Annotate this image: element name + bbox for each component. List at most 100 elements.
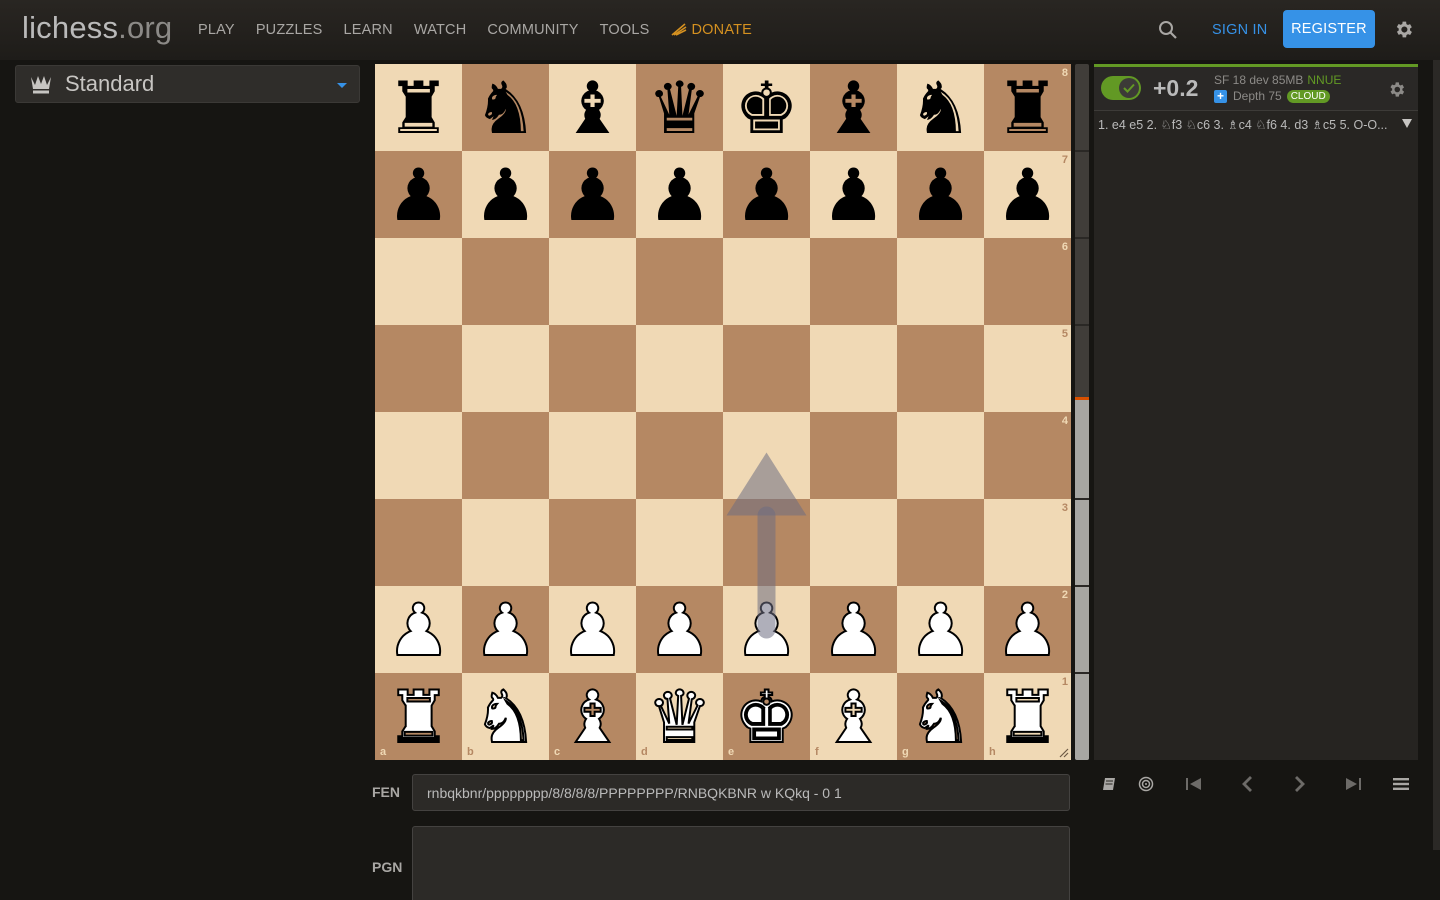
search-icon[interactable] [1158,20,1178,40]
square-f4[interactable] [810,412,897,499]
square-c5[interactable] [549,325,636,412]
first-move-button[interactable] [1178,768,1210,800]
last-move-button[interactable] [1337,768,1369,800]
white-pawn-piece[interactable]: ♟ [897,586,984,673]
black-pawn-piece[interactable]: ♟ [549,151,636,238]
white-queen-piece[interactable]: ♛ [636,673,723,760]
pgn-textarea[interactable] [412,826,1070,900]
square-h3[interactable]: 3 [984,499,1071,586]
square-a1[interactable]: ♜ a [375,673,462,760]
square-d6[interactable] [636,238,723,325]
menu-button[interactable] [1385,768,1417,800]
page-scrollbar[interactable] [1433,60,1440,850]
nav-donate[interactable]: DONATE [670,22,753,38]
square-e3[interactable] [723,499,810,586]
black-king-piece[interactable]: ♚ [723,64,810,151]
nav-tools[interactable]: TOOLS [600,22,650,38]
square-d7[interactable]: ♟ [636,151,723,238]
square-e4[interactable] [723,412,810,499]
black-bishop-piece[interactable]: ♝ [810,64,897,151]
register-button[interactable]: REGISTER [1283,10,1375,48]
square-a2[interactable]: ♟ [375,586,462,673]
square-g5[interactable] [897,325,984,412]
white-pawn-piece[interactable]: ♟ [984,586,1071,673]
black-pawn-piece[interactable]: ♟ [462,151,549,238]
black-knight-piece[interactable]: ♞ [897,64,984,151]
black-pawn-piece[interactable]: ♟ [810,151,897,238]
white-pawn-piece[interactable]: ♟ [375,586,462,673]
square-d1[interactable]: ♛ d [636,673,723,760]
white-rook-piece[interactable]: ♜ [984,673,1071,760]
black-pawn-piece[interactable]: ♟ [897,151,984,238]
chess-board[interactable]: ♜ ♞ ♝ ♛ ♚ ♝ ♞ ♜ 8 ♟ ♟ ♟ ♟ ♟ ♟ ♟ ♟ 7 6 5 4 3 ♟ ♟ ♟ ♟ ♟ ♟ ♟ ♟ 2 ♜ a ♞ b ♝ c ♛ d ♚… [375,64,1071,760]
nav-community[interactable]: COMMUNITY [487,22,578,38]
square-b2[interactable]: ♟ [462,586,549,673]
black-pawn-piece[interactable]: ♟ [636,151,723,238]
white-pawn-piece[interactable]: ♟ [723,586,810,673]
nav-puzzles[interactable]: PUZZLES [256,22,323,38]
black-queen-piece[interactable]: ♛ [636,64,723,151]
square-a6[interactable] [375,238,462,325]
sign-in-link[interactable]: SIGN IN [1212,22,1267,38]
square-f2[interactable]: ♟ [810,586,897,673]
square-e7[interactable]: ♟ [723,151,810,238]
square-f6[interactable] [810,238,897,325]
square-b7[interactable]: ♟ [462,151,549,238]
white-bishop-piece[interactable]: ♝ [549,673,636,760]
white-knight-piece[interactable]: ♞ [462,673,549,760]
opening-explorer-book-icon[interactable] [1094,768,1126,800]
variant-select[interactable]: Standard [15,65,360,103]
square-d5[interactable] [636,325,723,412]
square-c3[interactable] [549,499,636,586]
square-b3[interactable] [462,499,549,586]
black-rook-piece[interactable]: ♜ [984,64,1071,151]
fen-input[interactable]: rnbqkbnr/pppppppp/8/8/8/8/PPPPPPPP/RNBQK… [412,774,1070,811]
engine-settings-gear-icon[interactable] [1387,80,1406,99]
square-c6[interactable] [549,238,636,325]
square-h5[interactable]: 5 [984,325,1071,412]
square-b6[interactable] [462,238,549,325]
square-b4[interactable] [462,412,549,499]
black-rook-piece[interactable]: ♜ [375,64,462,151]
practice-target-icon[interactable] [1130,768,1162,800]
nav-play[interactable]: PLAY [198,22,235,38]
pv-expand-icon[interactable] [1402,119,1412,128]
white-rook-piece[interactable]: ♜ [375,673,462,760]
square-g4[interactable] [897,412,984,499]
site-logo[interactable]: lichess.org [22,10,172,46]
white-bishop-piece[interactable]: ♝ [810,673,897,760]
square-h7[interactable]: ♟ 7 [984,151,1071,238]
square-e5[interactable] [723,325,810,412]
black-pawn-piece[interactable]: ♟ [375,151,462,238]
square-h1[interactable]: ♜ 1 h [984,673,1071,760]
square-a3[interactable] [375,499,462,586]
square-g6[interactable] [897,238,984,325]
square-e2[interactable]: ♟ [723,586,810,673]
square-c7[interactable]: ♟ [549,151,636,238]
square-c1[interactable]: ♝ c [549,673,636,760]
square-d8[interactable]: ♛ [636,64,723,151]
white-knight-piece[interactable]: ♞ [897,673,984,760]
square-f5[interactable] [810,325,897,412]
square-e1[interactable]: ♚ e [723,673,810,760]
square-g7[interactable]: ♟ [897,151,984,238]
square-h6[interactable]: 6 [984,238,1071,325]
square-d3[interactable] [636,499,723,586]
square-h2[interactable]: ♟ 2 [984,586,1071,673]
square-f3[interactable] [810,499,897,586]
square-b1[interactable]: ♞ b [462,673,549,760]
square-c8[interactable]: ♝ [549,64,636,151]
black-pawn-piece[interactable]: ♟ [984,151,1071,238]
next-move-button[interactable] [1284,768,1316,800]
square-b5[interactable] [462,325,549,412]
nav-learn[interactable]: LEARN [343,22,392,38]
white-pawn-piece[interactable]: ♟ [636,586,723,673]
engine-toggle[interactable] [1101,76,1141,100]
square-e6[interactable] [723,238,810,325]
black-pawn-piece[interactable]: ♟ [723,151,810,238]
black-knight-piece[interactable]: ♞ [462,64,549,151]
gear-icon[interactable] [1393,19,1414,40]
square-g3[interactable] [897,499,984,586]
square-e8[interactable]: ♚ [723,64,810,151]
board-resize-handle[interactable] [1059,748,1069,758]
